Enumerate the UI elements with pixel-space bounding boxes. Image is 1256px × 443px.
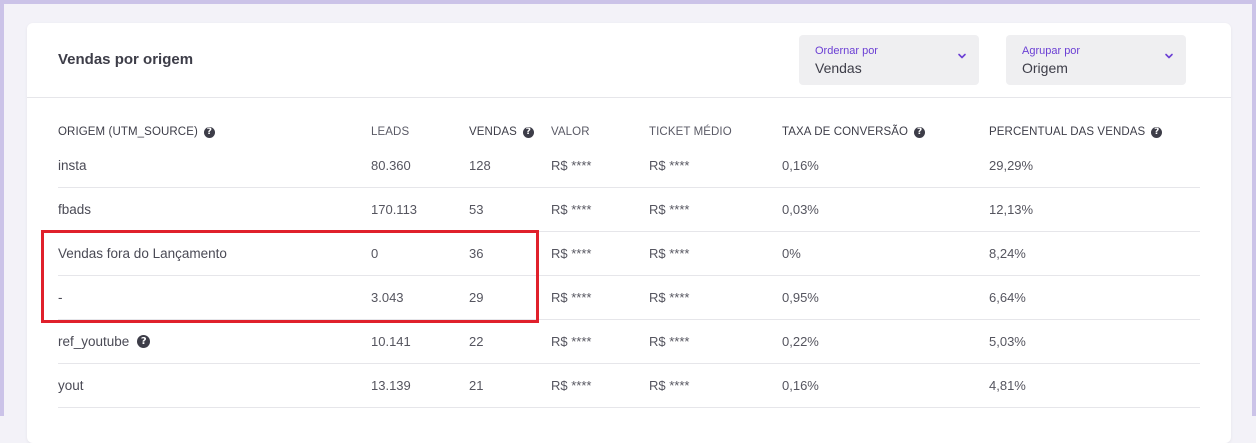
cell-origin: fbads — [58, 202, 92, 217]
cell-leads: 13.139 — [371, 378, 411, 393]
header-origin-label: ORIGEM (UTM_SOURCE) — [58, 126, 198, 138]
question-circle-icon[interactable]: ? — [522, 126, 534, 138]
table-header-row: ORIGEM (UTM_SOURCE) ? LEADS VENDAS ? VAL… — [58, 120, 1200, 148]
table-row: ref_youtube ? 10.141 22 R$ **** R$ **** … — [58, 320, 1200, 364]
cell-sales: 21 — [469, 378, 484, 393]
group-by-value: Origem — [1022, 60, 1068, 76]
cell-leads: 80.360 — [371, 158, 411, 173]
header-conversion[interactable]: TAXA DE CONVERSÃO ? — [782, 126, 926, 138]
cell-origin: ref_youtube ? — [58, 334, 151, 349]
table-row: insta 80.360 128 R$ **** R$ **** 0,16% 2… — [58, 148, 1200, 188]
question-circle-icon[interactable]: ? — [914, 126, 926, 138]
cell-sales: 22 — [469, 334, 484, 349]
group-by-label: Agrupar por — [1022, 45, 1081, 57]
cell-conversion: 0,16% — [782, 158, 819, 173]
header-percent[interactable]: PERCENTUAL DAS VENDAS ? — [989, 126, 1163, 138]
group-by-select[interactable]: Agrupar por Origem — [1006, 35, 1186, 85]
table-row: fbads 170.113 53 R$ **** R$ **** 0,03% 1… — [58, 188, 1200, 232]
cell-percent: 5,03% — [989, 334, 1026, 349]
cell-ticket: R$ **** — [649, 246, 690, 261]
cell-percent: 12,13% — [989, 202, 1034, 217]
header-leads-label: LEADS — [371, 126, 410, 138]
cell-conversion: 0,95% — [782, 290, 819, 305]
cell-origin: insta — [58, 158, 87, 173]
header-conversion-label: TAXA DE CONVERSÃO — [782, 126, 909, 138]
cell-origin-label: ref_youtube — [58, 334, 130, 349]
card-header: Vendas por origem Ordernar por Vendas Ag… — [27, 23, 1231, 98]
header-ticket-label: TICKET MÉDIO — [649, 126, 732, 138]
cell-conversion: 0,16% — [782, 378, 819, 393]
order-by-value: Vendas — [815, 60, 862, 76]
order-by-select[interactable]: Ordernar por Vendas — [799, 35, 979, 85]
cell-ticket: R$ **** — [649, 158, 690, 173]
cell-sales: 128 — [469, 158, 491, 173]
cell-value: R$ **** — [551, 202, 592, 217]
header-sales[interactable]: VENDAS ? — [469, 126, 534, 138]
question-circle-icon[interactable]: ? — [1151, 126, 1163, 138]
header-ticket[interactable]: TICKET MÉDIO — [649, 126, 732, 138]
cell-leads: 170.113 — [371, 202, 418, 217]
cell-percent: 4,81% — [989, 378, 1026, 393]
cell-ticket: R$ **** — [649, 378, 690, 393]
cell-value: R$ **** — [551, 290, 592, 305]
header-leads[interactable]: LEADS — [371, 126, 409, 138]
question-circle-icon[interactable]: ? — [137, 335, 151, 348]
cell-value: R$ **** — [551, 378, 592, 393]
card-title: Vendas por origem — [58, 51, 194, 68]
order-by-label: Ordernar por — [815, 45, 878, 57]
cell-conversion: 0,22% — [782, 334, 819, 349]
cell-value: R$ **** — [551, 246, 592, 261]
cell-percent: 8,24% — [989, 246, 1026, 261]
cell-value: R$ **** — [551, 334, 592, 349]
cell-origin: yout — [58, 378, 84, 393]
cell-value: R$ **** — [551, 158, 592, 173]
header-percent-label: PERCENTUAL DAS VENDAS — [989, 126, 1146, 138]
cell-conversion: 0,03% — [782, 202, 819, 217]
header-value[interactable]: VALOR — [551, 126, 590, 138]
cell-sales: 53 — [469, 202, 484, 217]
header-sales-label: VENDAS — [469, 126, 517, 138]
cell-conversion: 0% — [782, 246, 801, 261]
cell-ticket: R$ **** — [649, 334, 690, 349]
header-origin[interactable]: ORIGEM (UTM_SOURCE) ? — [58, 126, 215, 138]
cell-ticket: R$ **** — [649, 290, 690, 305]
chevron-down-icon — [958, 53, 966, 59]
chevron-down-icon — [1165, 53, 1173, 59]
cell-leads: 10.141 — [371, 334, 411, 349]
header-value-label: VALOR — [551, 126, 590, 138]
cell-percent: 6,64% — [989, 290, 1026, 305]
cell-ticket: R$ **** — [649, 202, 690, 217]
cell-percent: 29,29% — [989, 158, 1034, 173]
highlight-annotation-box — [41, 230, 539, 323]
table-row: yout 13.139 21 R$ **** R$ **** 0,16% 4,8… — [58, 364, 1200, 408]
question-circle-icon[interactable]: ? — [203, 126, 215, 138]
